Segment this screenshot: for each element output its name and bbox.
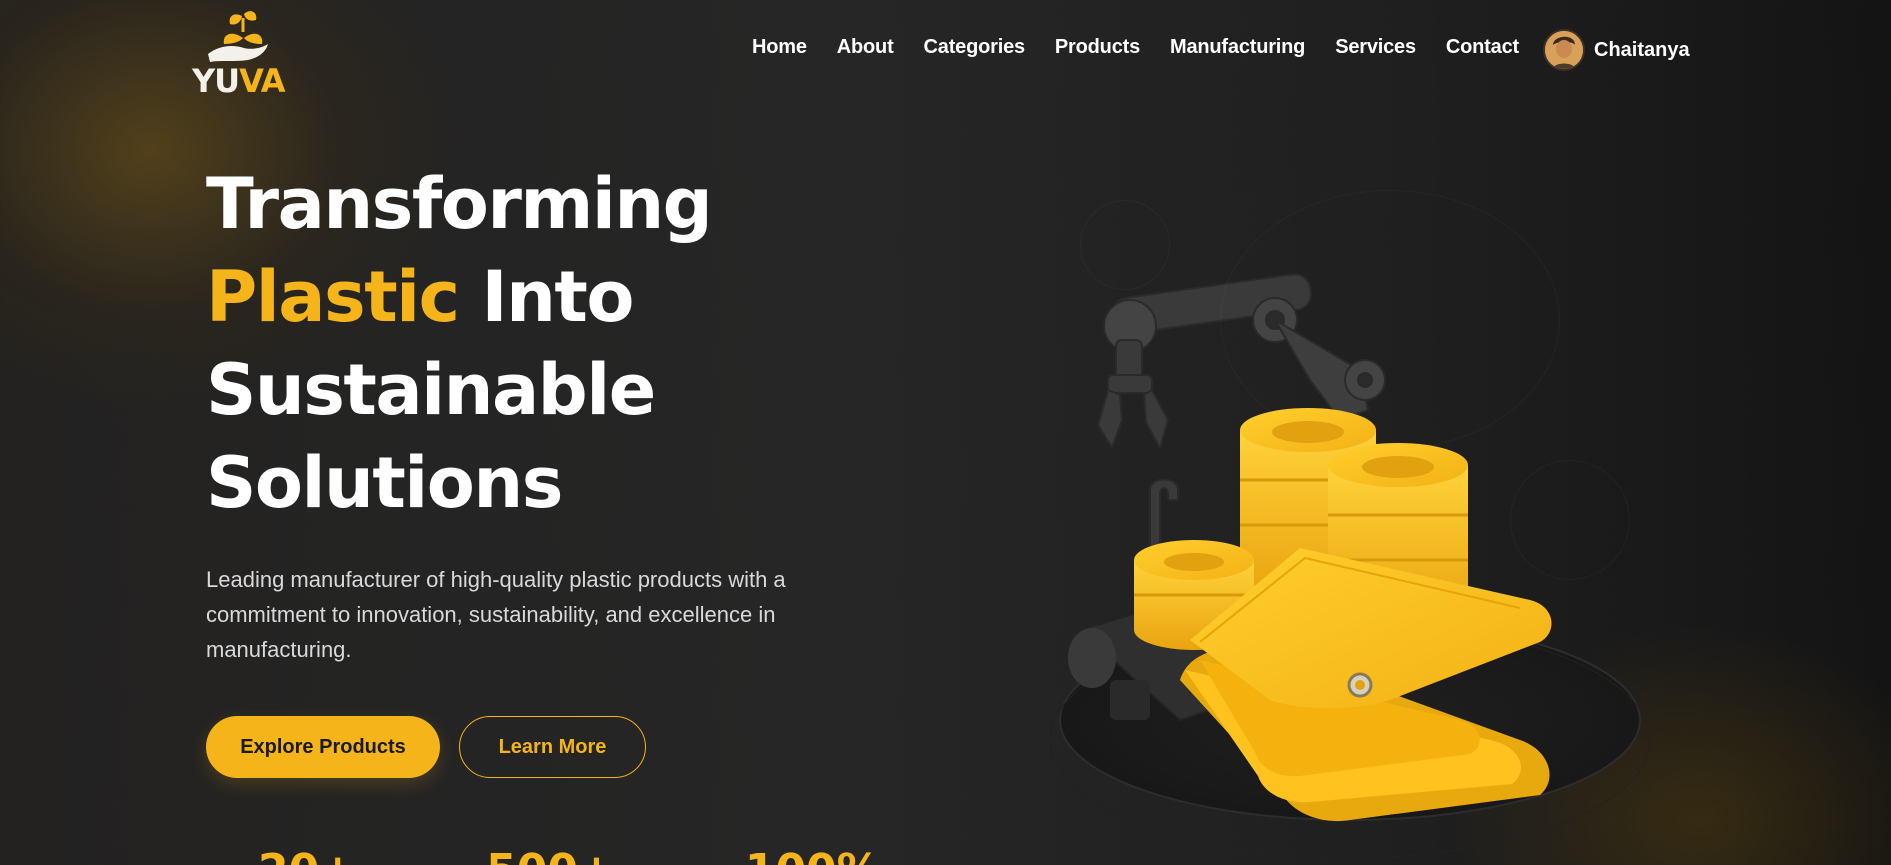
- nav-about[interactable]: About: [837, 36, 894, 59]
- nav-manufacturing[interactable]: Manufacturing: [1170, 36, 1305, 59]
- explore-products-button[interactable]: Explore Products: [206, 716, 440, 778]
- nav-categories[interactable]: Categories: [924, 36, 1026, 59]
- leaf-hand-icon: [208, 11, 268, 62]
- hero-title-line-2: Plastic Into: [206, 251, 711, 344]
- user-profile[interactable]: Chaitanya: [1543, 29, 1690, 71]
- stat-value: 500+: [486, 846, 615, 865]
- main-nav: Home About Categories Products Manufactu…: [752, 36, 1549, 59]
- decorative-ring: [1510, 460, 1630, 580]
- hero-title-line-2-rest: Into: [458, 256, 635, 338]
- stat-value: 100%: [745, 846, 881, 865]
- hero-title-line-4: Solutions: [206, 442, 563, 524]
- stat-value: 20+: [258, 846, 356, 865]
- decorative-ring: [1220, 190, 1560, 450]
- hero-description: Leading manufacturer of high-quality pla…: [206, 567, 786, 662]
- nav-products[interactable]: Products: [1055, 36, 1140, 59]
- logo-wordmark: YUVA: [192, 62, 286, 100]
- person-avatar-icon: [1545, 31, 1583, 69]
- learn-more-button[interactable]: Learn More: [459, 716, 646, 778]
- user-name[interactable]: Chaitanya: [1594, 39, 1690, 62]
- nav-home[interactable]: Home: [752, 36, 807, 59]
- hero-title-accent: Plastic: [206, 256, 460, 338]
- hero-title: Transforming Plastic Into Sustainable So…: [206, 158, 713, 530]
- stats-row: 20+ 500+ 100%: [258, 846, 1011, 865]
- decorative-ring: [1080, 200, 1170, 290]
- brand-logo[interactable]: YUVA: [190, 10, 286, 100]
- nav-contact[interactable]: Contact: [1446, 36, 1519, 59]
- hero-title-line-1: Transforming: [206, 163, 713, 245]
- hero-title-line-3: Sustainable: [206, 349, 656, 431]
- nav-services[interactable]: Services: [1335, 36, 1416, 59]
- hero-illustration: [1049, 180, 1670, 865]
- avatar[interactable]: [1543, 29, 1585, 71]
